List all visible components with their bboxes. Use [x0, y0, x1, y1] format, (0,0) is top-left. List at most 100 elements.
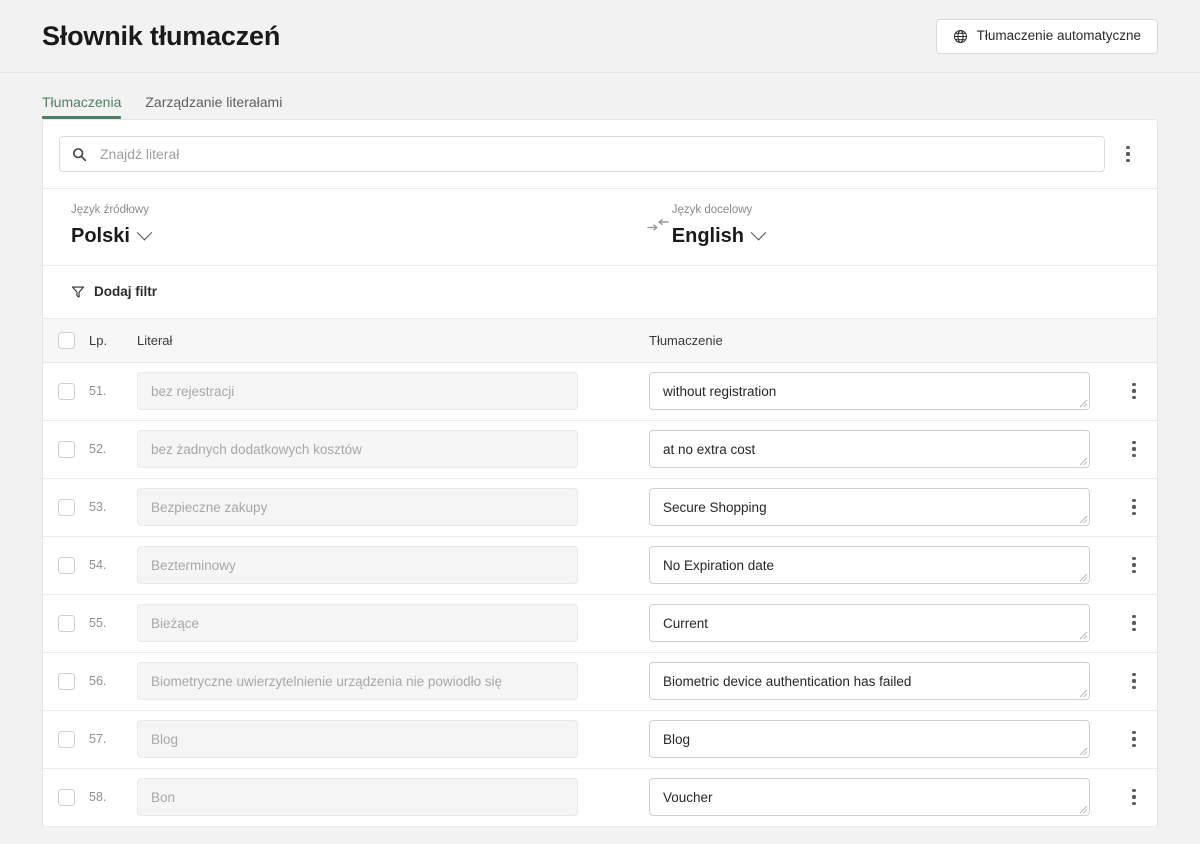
row-actions-cell	[1111, 722, 1157, 756]
row-overflow-menu-icon[interactable]	[1119, 490, 1149, 524]
row-overflow-menu-icon[interactable]	[1119, 664, 1149, 698]
row-checkbox[interactable]	[57, 556, 75, 574]
target-language-select[interactable]: English	[672, 224, 767, 247]
row-checkbox[interactable]	[57, 614, 75, 632]
row-number: 51.	[89, 384, 107, 398]
language-selector-row: Język źródłowy Polski Język docelowy Eng…	[43, 189, 1157, 266]
row-literal-cell: bez żadnych dodatkowych kosztów	[137, 430, 649, 468]
translation-input[interactable]: Current	[649, 604, 1090, 642]
row-checkbox[interactable]	[57, 788, 75, 806]
row-select-cell	[43, 556, 89, 574]
search-box[interactable]	[59, 136, 1105, 172]
literal-input[interactable]: Bezterminowy	[137, 546, 578, 584]
row-translation-cell: Blog	[649, 720, 1111, 758]
resize-grip-icon[interactable]	[1078, 398, 1088, 408]
row-overflow-menu-icon[interactable]	[1119, 432, 1149, 466]
translation-input[interactable]: Biometric device authentication has fail…	[649, 662, 1090, 700]
table-row: 53. Bezpieczne zakupy Secure Shopping	[43, 478, 1157, 537]
translation-text: without registration	[663, 383, 777, 399]
translation-text: No Expiration date	[663, 557, 775, 573]
tab-translations[interactable]: Tłumaczenia	[42, 95, 122, 119]
resize-grip-icon[interactable]	[1078, 746, 1088, 756]
target-language-label: Język docelowy	[671, 204, 753, 216]
resize-grip-icon[interactable]	[1078, 514, 1088, 524]
row-number: 54.	[89, 558, 107, 572]
literal-input[interactable]: bez żadnych dodatkowych kosztów	[137, 430, 578, 468]
row-literal-cell: Bon	[137, 778, 649, 816]
row-translation-cell: Voucher	[649, 778, 1111, 816]
select-all-checkbox[interactable]	[57, 331, 75, 349]
auto-translate-button[interactable]: Tłumaczenie automatyczne	[935, 18, 1158, 54]
tab-literal-management[interactable]: Zarządzanie literałami	[145, 95, 282, 119]
row-actions-cell	[1111, 780, 1157, 814]
target-language-block: Język docelowy English	[600, 204, 1141, 247]
row-select-cell	[43, 382, 89, 400]
source-language-block: Język źródłowy Polski	[59, 204, 600, 247]
row-overflow-menu-icon[interactable]	[1119, 548, 1149, 582]
literal-input[interactable]: Bieżące	[137, 604, 578, 642]
translation-input[interactable]: Voucher	[649, 778, 1090, 816]
row-number: 57.	[89, 732, 107, 746]
search-overflow-menu-icon[interactable]	[1113, 137, 1143, 171]
resize-grip-icon[interactable]	[1078, 804, 1088, 814]
literal-input[interactable]: Blog	[137, 720, 578, 758]
translation-input[interactable]: Secure Shopping	[649, 488, 1090, 526]
auto-translate-button-label: Tłumaczenie automatyczne	[976, 28, 1141, 44]
row-literal-cell: bez rejestracji	[137, 372, 649, 410]
resize-grip-icon[interactable]	[1078, 456, 1088, 466]
translation-input[interactable]: without registration	[649, 372, 1090, 410]
row-checkbox[interactable]	[57, 730, 75, 748]
row-checkbox[interactable]	[57, 382, 75, 400]
row-number: 58.	[89, 790, 107, 804]
chevron-down-icon	[750, 224, 767, 241]
column-header-number: Lp.	[89, 332, 108, 348]
row-select-cell	[43, 440, 89, 458]
row-select-cell	[43, 498, 89, 516]
row-checkbox[interactable]	[57, 440, 75, 458]
filter-row: Dodaj filtr	[43, 266, 1157, 319]
source-language-select[interactable]: Polski	[71, 225, 153, 247]
resize-grip-icon[interactable]	[1078, 688, 1088, 698]
table-row: 52. bez żadnych dodatkowych kosztów at no …	[43, 420, 1157, 479]
translation-input[interactable]: Blog	[649, 720, 1090, 758]
literal-input[interactable]: Bezpieczne zakupy	[137, 488, 578, 526]
table-row: 58. Bon Voucher	[43, 768, 1157, 827]
row-overflow-menu-icon[interactable]	[1119, 722, 1149, 756]
resize-grip-icon[interactable]	[1078, 572, 1088, 582]
table-row: 55. Bieżące Current	[43, 594, 1157, 653]
translation-text: Biometric device authentication has fail…	[663, 673, 912, 689]
translation-input[interactable]: at no extra cost	[649, 430, 1090, 468]
row-number: 52.	[89, 442, 107, 456]
literal-input[interactable]: Biometryczne uwierzytelnienie urządzenia…	[137, 662, 578, 700]
search-input[interactable]	[98, 145, 1092, 163]
globe-icon	[953, 29, 968, 44]
literal-input[interactable]: bez rejestracji	[137, 372, 578, 410]
resize-grip-icon[interactable]	[1078, 630, 1088, 640]
add-filter-button[interactable]: Dodaj filtr	[71, 285, 157, 299]
row-checkbox[interactable]	[57, 498, 75, 516]
literal-input[interactable]: Bon	[137, 778, 578, 816]
row-overflow-menu-icon[interactable]	[1119, 606, 1149, 640]
table-row: 56. Biometryczne uwierzytelnienie urządze…	[43, 652, 1157, 711]
search-icon	[72, 147, 87, 162]
row-select-cell	[43, 614, 89, 632]
table-row: 54. Bezterminowy No Expiration date	[43, 536, 1157, 595]
row-actions-cell	[1111, 664, 1157, 698]
page-title: Słownik tłumaczeń	[42, 20, 281, 51]
row-select-cell	[43, 672, 89, 690]
add-filter-label: Dodaj filtr	[94, 283, 157, 299]
row-overflow-menu-icon[interactable]	[1119, 780, 1149, 814]
translation-text: Current	[663, 615, 709, 631]
page-header: Słownik tłumaczeń Tłumaczenie automatycz…	[0, 0, 1200, 73]
translation-input[interactable]: No Expiration date	[649, 546, 1090, 584]
swap-languages-button[interactable]	[641, 211, 675, 239]
table-body: 51. bez rejestracji without registration 52…	[43, 362, 1157, 827]
row-overflow-menu-icon[interactable]	[1119, 374, 1149, 408]
row-literal-cell: Biometryczne uwierzytelnienie urządzenia…	[137, 662, 649, 700]
row-checkbox[interactable]	[57, 672, 75, 690]
table-row: 57. Blog Blog	[43, 710, 1157, 769]
source-language-label: Język źródłowy	[71, 204, 149, 216]
row-number: 56.	[89, 674, 107, 688]
row-select-cell	[43, 730, 89, 748]
row-translation-cell: at no extra cost	[649, 430, 1111, 468]
